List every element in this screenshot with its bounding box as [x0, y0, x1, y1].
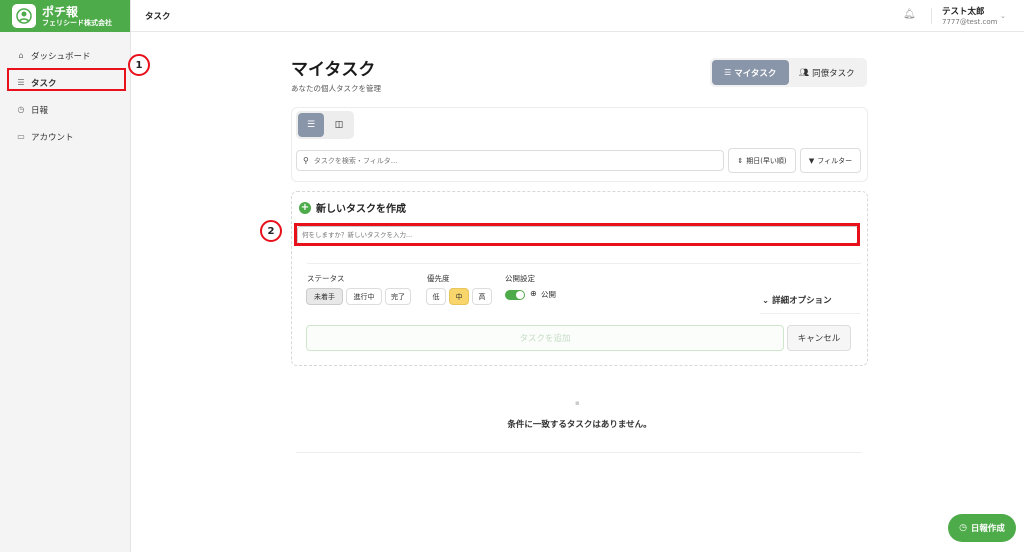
- list-icon: ☰: [724, 68, 732, 77]
- globe-icon: ⊕: [530, 289, 537, 298]
- page-title: マイタスク: [291, 60, 376, 80]
- sidebar-item-dashboard[interactable]: ⌂ ダッシュボード: [0, 42, 130, 69]
- bell-icon[interactable]: 🔔︎: [903, 9, 916, 20]
- view-switch: ☰ マイタスク 👥︎ 同僚タスク: [710, 58, 867, 87]
- chevron-down-icon: ⌄: [762, 296, 770, 306]
- sort-icon: ⇕: [737, 156, 744, 165]
- user-name[interactable]: テスト太郎: [942, 5, 985, 17]
- chevron-down-icon[interactable]: ⌄: [1000, 12, 1006, 20]
- plus-icon: +: [299, 201, 311, 214]
- cancel-button[interactable]: キャンセル: [787, 325, 851, 351]
- highlight-box-input: [294, 223, 860, 246]
- empty-state-icon: ▪: [575, 399, 580, 407]
- clock-icon: ◷: [17, 105, 25, 114]
- add-task-button[interactable]: タスクを追加: [306, 325, 784, 351]
- visibility-label: 公開設定: [505, 274, 535, 283]
- divider: [296, 452, 862, 453]
- empty-state-text: 条件に一致するタスクはありません。: [507, 420, 652, 430]
- list-icon: ☰: [306, 120, 316, 130]
- priority-medium[interactable]: 中: [449, 288, 469, 305]
- brand-company: フェリシード株式会社: [42, 18, 112, 27]
- colleague-tasks-tab[interactable]: 👥︎ 同僚タスク: [789, 60, 866, 85]
- top-bar: タスク 🔔︎ テスト太郎 7777@test.com ⌄: [131, 0, 1024, 32]
- my-tasks-tab[interactable]: ☰ マイタスク: [712, 60, 789, 85]
- search-icon: ⚲: [303, 156, 309, 165]
- sort-label: 期日(早い順): [746, 156, 787, 165]
- sidebar-item-daily-report[interactable]: ◷ 日報: [0, 96, 130, 123]
- create-daily-report-button[interactable]: ◷ 日報作成: [948, 514, 1016, 542]
- sidebar-item-label: ダッシュボード: [31, 51, 91, 62]
- brand-name: ポチ報: [42, 4, 79, 19]
- board-icon: ◫: [334, 120, 344, 130]
- display-mode-group: ☰ ◫: [296, 111, 354, 139]
- advanced-options-label: 詳細オプション: [772, 296, 832, 306]
- sidebar-item-label: 日報: [31, 105, 49, 116]
- status-done[interactable]: 完了: [385, 288, 411, 305]
- create-task-heading: + 新しいタスクを作成: [299, 200, 406, 215]
- sidebar-nav: ⌂ ダッシュボード ☰ タスク ◷ 日報 ▭ アカウント: [0, 32, 130, 150]
- list-view-button[interactable]: ☰: [298, 113, 324, 137]
- sidebar-item-account[interactable]: ▭ アカウント: [0, 123, 130, 150]
- status-not-started[interactable]: 未着手: [306, 288, 343, 305]
- status-in-progress[interactable]: 進行中: [346, 288, 382, 305]
- step-marker-2: 2: [260, 220, 282, 242]
- page-breadcrumb: タスク: [145, 12, 171, 22]
- priority-low[interactable]: 低: [426, 288, 446, 305]
- my-tasks-label: マイタスク: [734, 68, 777, 79]
- advanced-options-button[interactable]: ⌄ 詳細オプション: [762, 294, 832, 306]
- brand-logo-icon: [12, 4, 36, 28]
- users-icon: 👥︎: [798, 68, 810, 77]
- sidebar-item-label: アカウント: [31, 132, 74, 143]
- priority-label: 優先度: [427, 274, 450, 283]
- clock-icon: ◷: [959, 523, 967, 533]
- divider: [760, 313, 860, 314]
- highlight-box-tasks: [7, 68, 126, 91]
- priority-high[interactable]: 高: [472, 288, 492, 305]
- fab-label: 日報作成: [970, 524, 1005, 534]
- filter-button[interactable]: ▼ フィルター: [800, 148, 861, 173]
- user-email: 7777@test.com: [942, 18, 998, 26]
- colleague-tasks-label: 同僚タスク: [812, 68, 855, 79]
- visibility-value: 公開: [541, 290, 556, 299]
- create-task-title: 新しいタスクを作成: [316, 204, 406, 215]
- sort-button[interactable]: ⇕ 期日(早い順): [728, 148, 796, 173]
- search-input[interactable]: [313, 156, 723, 165]
- page-subtitle: あなたの個人タスクを管理: [291, 84, 381, 93]
- brand-header[interactable]: ポチ報 フェリシード株式会社: [0, 0, 130, 32]
- status-label: ステータス: [307, 274, 345, 283]
- filter-icon: ▼: [808, 156, 815, 165]
- filter-label: フィルター: [817, 156, 853, 165]
- home-icon: ⌂: [18, 51, 24, 60]
- step-marker-1: 1: [128, 54, 150, 76]
- divider: [931, 8, 932, 24]
- card-icon: ▭: [17, 132, 25, 141]
- visibility-toggle[interactable]: [505, 290, 525, 300]
- board-view-button[interactable]: ◫: [326, 113, 352, 137]
- search-box[interactable]: ⚲: [296, 150, 724, 171]
- divider: [307, 263, 861, 264]
